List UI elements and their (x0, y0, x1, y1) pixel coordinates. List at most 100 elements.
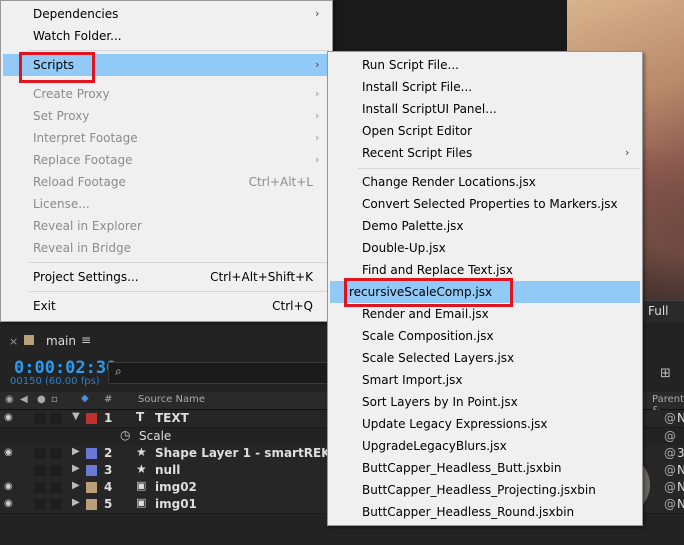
layer-name[interactable]: Shape Layer 1 - smartREKT (155, 446, 339, 460)
menu-item-script[interactable]: ButtCapper_Headless_Butt.jsxbin (362, 457, 561, 479)
solo-toggle[interactable] (34, 482, 46, 493)
layer-name[interactable]: img01 (155, 497, 197, 511)
menu-item-label: Project Settings... (33, 270, 139, 284)
menu-item-install-script[interactable]: Install Script File... (362, 76, 472, 98)
lock-toggle[interactable] (50, 448, 62, 459)
menu-item-install-scriptui[interactable]: Install ScriptUI Panel... (362, 98, 497, 120)
menu-item-script[interactable]: Update Legacy Expressions.jsx (362, 413, 548, 435)
menu-item-reload-footage[interactable]: Reload Footage Ctrl+Alt+L (33, 171, 313, 193)
label-color[interactable] (86, 448, 97, 459)
label-color[interactable] (86, 499, 97, 510)
menu-item-set-proxy[interactable]: Set Proxy (33, 105, 313, 127)
menu-item-project-settings[interactable]: Project Settings... Ctrl+Alt+Shift+K (33, 266, 313, 288)
layer-name[interactable]: null (155, 463, 180, 477)
parent-pickwhip-icon[interactable]: @ (664, 463, 676, 477)
menu-item-script[interactable]: ButtCapper_Headless_Round.jsxbin (362, 501, 574, 523)
menu-item-label: Demo Palette.jsx (362, 219, 464, 233)
tab-main[interactable]: main (46, 334, 76, 348)
expression-pickwhip-icon[interactable]: @ (664, 429, 676, 443)
menu-item-script[interactable]: Demo Palette.jsx (362, 215, 464, 237)
menu-item-dependencies[interactable]: Dependencies (33, 3, 313, 25)
solo-toggle[interactable] (34, 465, 46, 476)
solo-toggle[interactable] (34, 448, 46, 459)
menu-item-script[interactable]: Convert Selected Properties to Markers.j… (362, 193, 618, 215)
submenu-arrow-icon: › (315, 58, 320, 71)
menu-item-reveal-bridge[interactable]: Reveal in Bridge (33, 237, 313, 259)
lock-toggle[interactable] (50, 499, 62, 510)
parent-value[interactable]: N (677, 463, 684, 477)
eye-icon[interactable]: ◉ (4, 481, 13, 492)
resolution-dropdown[interactable]: Full (648, 304, 669, 318)
menu-item-label: Double-Up.jsx (362, 241, 446, 255)
parent-value[interactable]: N (677, 411, 684, 425)
parent-pickwhip-icon[interactable]: @ (664, 480, 676, 494)
menu-item-label: Create Proxy (33, 87, 110, 101)
eye-icon[interactable]: ◉ (4, 498, 13, 509)
label-column-icon: ◆ (81, 393, 89, 404)
menu-item-recent-scripts[interactable]: Recent Script Files (362, 142, 472, 164)
menu-item-script[interactable]: Sort Layers by In Point.jsx (362, 391, 518, 413)
parent-pickwhip-icon[interactable]: @ (664, 411, 676, 425)
menu-item-exit[interactable]: Exit Ctrl+Q (33, 295, 313, 317)
menu-item-label: Smart Import.jsx (362, 373, 463, 387)
menu-item-replace-footage[interactable]: Replace Footage (33, 149, 313, 171)
menu-item-license[interactable]: License... (33, 193, 313, 215)
parent-value[interactable]: N (677, 480, 684, 494)
menu-item-open-editor[interactable]: Open Script Editor (362, 120, 472, 142)
expand-arrow-icon[interactable]: ▶ (72, 463, 80, 474)
menu-item-create-proxy[interactable]: Create Proxy (33, 83, 313, 105)
menu-item-interpret-footage[interactable]: Interpret Footage (33, 127, 313, 149)
property-name[interactable]: Scale (139, 429, 171, 443)
menu-item-script[interactable]: Render and Email.jsx (362, 303, 489, 325)
menu-item-script[interactable]: Change Render Locations.jsx (362, 171, 536, 193)
eye-icon[interactable]: ◉ (4, 412, 13, 423)
menu-item-script[interactable]: Scale Selected Layers.jsx (362, 347, 514, 369)
submenu-arrow-icon: › (315, 153, 320, 166)
lock-toggle[interactable] (50, 465, 62, 476)
eye-icon[interactable]: ◉ (4, 447, 13, 458)
lock-toggle[interactable] (50, 482, 62, 493)
label-color[interactable] (86, 465, 97, 476)
close-icon[interactable]: × (9, 335, 18, 348)
menu-item-label: ButtCapper_Headless_Round.jsxbin (362, 505, 575, 519)
layer-number: 3 (104, 463, 113, 477)
expand-arrow-icon[interactable]: ▶ (72, 497, 80, 508)
current-time[interactable]: 0:00:02:30 (14, 358, 116, 378)
solo-toggle[interactable] (34, 499, 46, 510)
submenu-arrow-icon: › (315, 131, 320, 144)
layer-search-input[interactable]: ⌕ (108, 362, 340, 384)
audio-column-icon: ◀ (20, 394, 28, 405)
layer-name[interactable]: img02 (155, 480, 197, 494)
menu-item-label: UpgradeLegacyBlurs.jsx (362, 439, 507, 453)
label-color[interactable] (86, 413, 97, 424)
collapse-arrow-icon[interactable]: ▼ (72, 411, 80, 422)
shape-layer-icon: ★ (136, 445, 147, 459)
parent-value[interactable]: 3 (677, 446, 684, 460)
parent-pickwhip-icon[interactable]: @ (664, 446, 676, 460)
panel-menu-icon[interactable]: ≡ (81, 333, 91, 347)
layer-name[interactable]: TEXT (155, 411, 189, 425)
menu-item-script[interactable]: Double-Up.jsx (362, 237, 446, 259)
submenu-arrow-icon: › (315, 109, 320, 122)
expand-arrow-icon[interactable]: ▶ (72, 480, 80, 491)
menu-item-script[interactable]: Scale Composition.jsx (362, 325, 494, 347)
graph-icon[interactable]: ⊞ (660, 366, 671, 381)
menu-item-run-script[interactable]: Run Script File... (362, 54, 459, 76)
parent-pickwhip-icon[interactable]: @ (664, 497, 676, 511)
solo-toggle[interactable] (34, 413, 46, 424)
file-menu: Dependencies › Watch Folder... Scripts ›… (0, 0, 333, 322)
label-color[interactable] (86, 482, 97, 493)
source-name-column[interactable]: Source Name (138, 394, 205, 405)
menu-item-shortcut: Ctrl+Alt+L (248, 175, 313, 189)
parent-value[interactable]: N (677, 497, 684, 511)
menu-item-script[interactable]: Smart Import.jsx (362, 369, 462, 391)
menu-item-watch-folder[interactable]: Watch Folder... (33, 25, 313, 47)
stopwatch-icon[interactable]: ◷ (120, 428, 130, 442)
menu-item-label: Update Legacy Expressions.jsx (362, 417, 548, 431)
frame-count: 00150 (60.00 fps) (10, 376, 100, 387)
menu-item-script[interactable]: ButtCapper_Headless_Projecting.jsxbin (362, 479, 596, 501)
menu-item-script[interactable]: UpgradeLegacyBlurs.jsx (362, 435, 507, 457)
menu-item-reveal-explorer[interactable]: Reveal in Explorer (33, 215, 313, 237)
expand-arrow-icon[interactable]: ▶ (72, 446, 80, 457)
lock-toggle[interactable] (50, 413, 62, 424)
